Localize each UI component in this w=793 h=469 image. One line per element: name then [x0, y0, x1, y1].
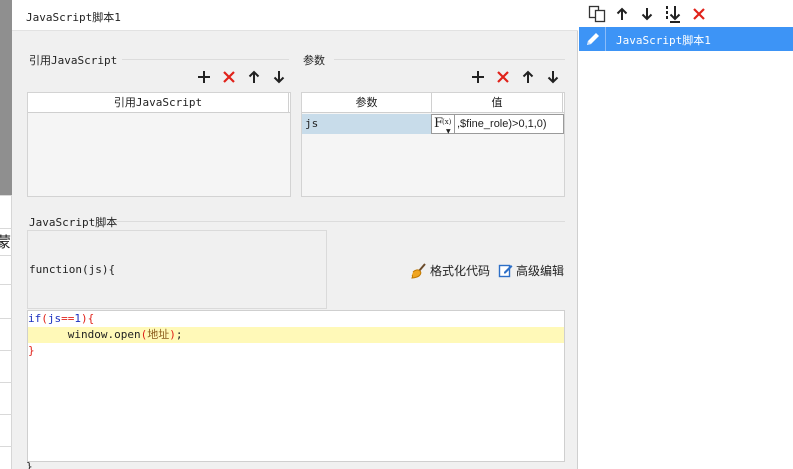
params-column-value[interactable]: 值 [432, 93, 563, 113]
table-row[interactable]: js F (x) ▼ ,$fine_role)>0,1,0) [302, 114, 564, 135]
code-line[interactable]: } [28, 343, 564, 359]
code-token: 1 [74, 312, 81, 325]
javascript-dialog: JavaScript脚本1 引用JavaScript 引用JavaScript … [12, 0, 578, 469]
params-table[interactable]: 参数 值 js F (x) ▼ ,$fine_role)>0,1,0) [301, 92, 565, 197]
params-move-up-button[interactable] [519, 68, 537, 86]
params-column-name[interactable]: 参数 [302, 93, 432, 113]
code-token: } [28, 344, 35, 357]
background-divider [0, 318, 12, 319]
refs-delete-button[interactable] [220, 68, 238, 86]
code-token: ; [175, 328, 183, 341]
background-window-edge: 蒙 [0, 0, 12, 469]
broom-icon [411, 262, 426, 279]
refs-move-down-button[interactable] [270, 68, 288, 86]
params-section-title: 参数 [303, 54, 325, 67]
move-bottom-button[interactable] [663, 4, 683, 24]
refs-move-up-button[interactable] [245, 68, 263, 86]
params-section-divider [334, 59, 565, 60]
arrow-up-icon [616, 7, 628, 20]
background-divider [0, 414, 12, 415]
script-section-divider [114, 221, 565, 222]
refs-section-divider [122, 59, 289, 60]
function-closing-brace: } [26, 460, 33, 469]
delete-x-icon [693, 8, 705, 20]
background-divider [0, 382, 12, 383]
delete-button[interactable] [689, 4, 709, 24]
script-list-panel: JavaScript脚本1 [579, 0, 793, 469]
list-item[interactable]: JavaScript脚本1 [579, 27, 793, 51]
param-name-cell[interactable]: js [302, 114, 431, 134]
code-token: ) [81, 312, 88, 325]
refs-table[interactable]: 引用JavaScript [27, 92, 291, 197]
arrow-down-icon [273, 71, 285, 84]
arrow-down-icon [547, 71, 559, 84]
background-divider [0, 228, 12, 229]
code-token: == [61, 312, 75, 325]
pencil-icon [585, 31, 601, 50]
background-divider [0, 195, 12, 196]
code-token: js [47, 312, 62, 325]
code-line[interactable]: if(js==1){ [28, 311, 564, 327]
params-delete-button[interactable] [494, 68, 512, 86]
advanced-edit-button[interactable]: 高级编辑 [498, 262, 564, 279]
move-to-bottom-icon [666, 6, 681, 23]
move-up-button[interactable] [612, 4, 632, 24]
code-editor[interactable]: if(js==1){ window.open(地址);} [27, 310, 565, 462]
copy-icon [588, 5, 606, 23]
background-divider [0, 446, 12, 447]
arrow-down-icon [641, 8, 653, 21]
format-code-label: 格式化代码 [430, 264, 491, 278]
delete-x-icon [223, 71, 235, 83]
list-item-separator [605, 27, 606, 51]
formula-button[interactable]: F (x) ▼ [431, 114, 455, 135]
script-section-title: JavaScript脚本 [29, 216, 118, 229]
code-line[interactable]: window.open(地址); [28, 327, 564, 343]
function-header: function(js){ [29, 263, 116, 276]
copy-button[interactable] [587, 4, 607, 24]
plus-icon [472, 71, 484, 83]
format-code-button[interactable]: 格式化代码 [411, 262, 490, 279]
chevron-down-icon: ▼ [446, 128, 451, 135]
list-item-label: JavaScript脚本1 [616, 34, 711, 47]
param-value-input[interactable]: ,$fine_role)>0,1,0) [455, 114, 564, 134]
arrow-up-icon [522, 70, 534, 83]
refs-table-header: 引用JavaScript [28, 93, 290, 113]
formula-subscript: (x) [442, 118, 452, 126]
refs-column-header[interactable]: 引用JavaScript [28, 93, 289, 113]
code-token: ( [41, 312, 48, 325]
plus-icon [198, 71, 210, 83]
refs-add-button[interactable] [195, 68, 213, 86]
code-token: ) [169, 328, 176, 341]
code-token: 地址 [147, 328, 170, 341]
function-header-box: function(js){ [27, 230, 327, 309]
background-divider [0, 255, 12, 256]
params-table-header: 参数 值 [302, 93, 564, 113]
params-move-down-button[interactable] [544, 68, 562, 86]
dialog-titlebar: JavaScript脚本1 [12, 0, 578, 31]
background-text: 蒙 [0, 233, 12, 251]
code-token: { [87, 312, 95, 325]
delete-x-icon [497, 71, 509, 83]
edit-icon [498, 264, 513, 278]
move-down-button[interactable] [637, 4, 657, 24]
code-token: window.open [28, 328, 141, 341]
advanced-edit-label: 高级编辑 [516, 264, 565, 278]
code-token: if [28, 312, 42, 325]
arrow-up-icon [248, 70, 260, 83]
background-divider [0, 350, 12, 351]
background-divider [0, 284, 12, 285]
refs-section-title: 引用JavaScript [29, 54, 118, 67]
params-add-button[interactable] [469, 68, 487, 86]
dialog-title: JavaScript脚本1 [26, 11, 121, 24]
background-gray-panel [0, 0, 12, 195]
